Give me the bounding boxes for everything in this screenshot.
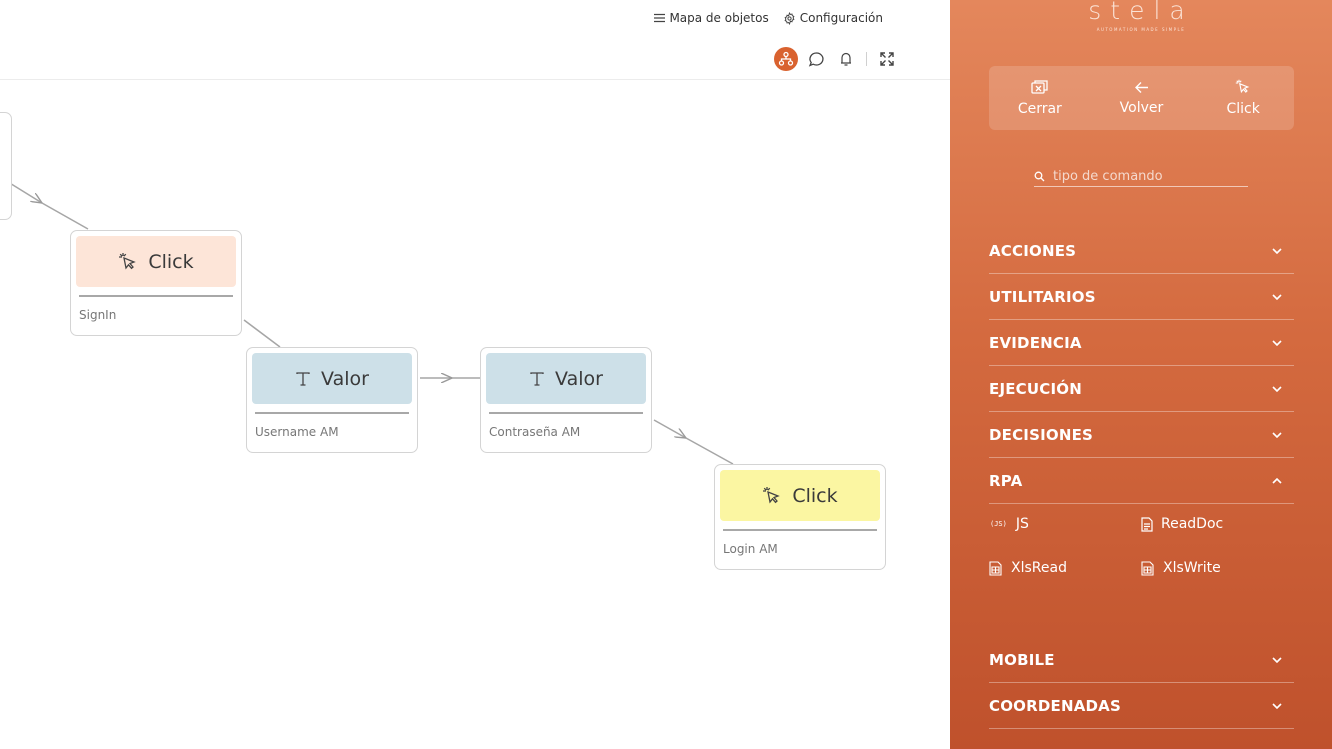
rpa-item-label: JS (1015, 516, 1029, 532)
click-button[interactable]: Click (1198, 79, 1288, 117)
category-label: RPA (989, 471, 1023, 490)
close-window-icon (1031, 79, 1048, 94)
node-divider (255, 412, 409, 414)
edge-password-to-login (653, 419, 686, 438)
category-label: UTILITARIOS (989, 287, 1096, 306)
chevron-up-icon (1272, 477, 1282, 484)
flow-node-valor[interactable]: Valor Username AM (246, 347, 418, 453)
back-label: Volver (1119, 99, 1164, 116)
category-label: MOBILE (989, 650, 1055, 669)
rpa-item-label: XlsWrite (1163, 560, 1221, 576)
edge-signin-to-username (243, 319, 281, 348)
node-caption: Username AM (255, 425, 339, 439)
brand-tagline: AUTOMATION MADE SIMPLE (1096, 27, 1186, 32)
text-type-icon (296, 371, 310, 386)
chevron-down-icon (1272, 385, 1282, 392)
rpa-item-label: ReadDoc (1161, 516, 1224, 532)
node-divider (489, 412, 643, 414)
category-ejecucion[interactable]: EJECUCIÓN (989, 366, 1294, 412)
command-panel: stela AUTOMATION MADE SIMPLE Cerrar Volv… (950, 0, 1332, 749)
flow-node-click[interactable]: Click SignIn (70, 230, 242, 336)
chevron-down-icon (1272, 431, 1282, 438)
js-icon-text: JS (994, 520, 1003, 528)
category-decisiones[interactable]: DECISIONES (989, 412, 1294, 458)
chevron-down-icon (1272, 702, 1282, 709)
spreadsheet-write-icon (1141, 560, 1154, 576)
category-label: DECISIONES (989, 425, 1094, 444)
pointer-click-icon (119, 252, 137, 270)
flow-edges (0, 176, 734, 465)
edge-password-to-login-tail (685, 437, 734, 465)
category-label: ACCIONES (989, 241, 1077, 260)
arrow-left-icon (1134, 81, 1148, 93)
category-rpa[interactable]: RPA (989, 458, 1294, 504)
search-icon (1034, 171, 1045, 181)
flow-canvas[interactable]: Mapa de objetos Configuración Click Sign… (0, 0, 950, 749)
category-acciones[interactable]: ACCIONES (989, 228, 1294, 274)
rpa-item-xlsread[interactable]: XlsRead (989, 560, 1067, 576)
node-title: Valor (555, 367, 603, 390)
pointer-click-icon (763, 486, 781, 504)
node-caption: Login AM (723, 542, 778, 556)
category-label: EVIDENCIA (989, 333, 1082, 352)
rpa-item-readdoc[interactable]: ReadDoc (1141, 516, 1223, 532)
offscreen-node[interactable] (0, 112, 12, 220)
chevron-down-icon (1272, 247, 1282, 254)
chevron-down-icon (1272, 293, 1282, 300)
category-label: COORDENADAS (989, 696, 1121, 715)
category-coordenadas[interactable]: COORDENADAS (989, 683, 1294, 729)
category-mobile[interactable]: MOBILE (989, 637, 1294, 683)
node-title: Click (148, 250, 194, 273)
text-type-icon (530, 371, 544, 386)
rpa-item-label: XlsRead (1011, 560, 1067, 576)
chevron-down-icon (1272, 656, 1282, 663)
node-divider (723, 529, 877, 531)
document-icon (1141, 516, 1153, 532)
node-header: Click (720, 470, 880, 521)
node-header: Valor (252, 353, 412, 404)
back-button[interactable]: Volver (1096, 81, 1186, 116)
command-search-input[interactable] (1053, 168, 1233, 184)
category-evidencia[interactable]: EVIDENCIA (989, 320, 1294, 366)
flow-node-click[interactable]: Click Login AM (714, 464, 886, 570)
category-utilitarios[interactable]: UTILITARIOS (989, 274, 1294, 320)
close-label: Cerrar (1017, 100, 1062, 117)
brand-logo: stela (1088, 0, 1194, 25)
node-caption: SignIn (79, 308, 117, 322)
node-title: Valor (321, 367, 369, 390)
rpa-item-xlswrite[interactable]: XlsWrite (1141, 560, 1221, 576)
pointer-click-icon (1235, 79, 1250, 94)
command-search (1034, 166, 1248, 187)
js-icon: (JS) (990, 520, 1007, 528)
rpa-item-js[interactable]: (JS) JS (989, 516, 1029, 532)
spreadsheet-read-icon (989, 560, 1002, 576)
node-header: Valor (486, 353, 646, 404)
category-label: EJECUCIÓN (989, 379, 1082, 398)
node-divider (79, 295, 233, 297)
flow-node-valor[interactable]: Valor Contraseña AM (480, 347, 652, 453)
chevron-down-icon (1272, 339, 1282, 346)
close-button[interactable]: Cerrar (995, 79, 1085, 117)
node-header: Click (76, 236, 236, 287)
click-label: Click (1226, 101, 1260, 117)
edge-incoming-tail (41, 202, 89, 230)
quick-actions: Cerrar Volver Click (989, 66, 1294, 130)
node-title: Click (792, 484, 838, 507)
node-caption: Contraseña AM (489, 425, 581, 439)
